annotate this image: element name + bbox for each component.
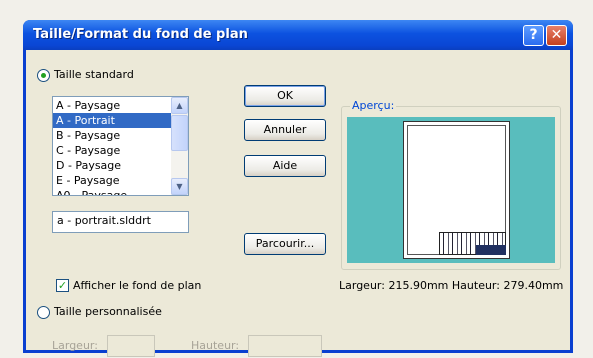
browse-button[interactable]: Parcourir... [244,233,326,255]
preview-height-label: Hauteur: [451,279,500,292]
scrollbar-thumb[interactable] [171,115,188,151]
sheet-size-list[interactable]: A - Paysage A - Portrait B - Paysage C - Pa… [52,96,189,196]
ok-button[interactable]: OK [244,85,326,107]
dialog-body: Taille standard A - Paysage A - Portrait B… [26,50,570,357]
standard-size-label[interactable]: Taille standard [54,68,134,81]
cancel-button[interactable]: Annuler [244,119,326,141]
standard-size-radio[interactable] [37,69,50,82]
dialog-title: Taille/Format du fond de plan [33,27,248,42]
show-sheet-format-checkbox[interactable]: ✓ [56,279,69,292]
title-block-logo [476,245,506,255]
custom-size-label[interactable]: Taille personnalisée [54,305,162,318]
list-item[interactable]: A - Portrait [53,113,171,128]
sheet-size-items: A - Paysage A - Portrait B - Paysage C - Pa… [53,98,171,195]
preview-height-value: 279.40mm [503,279,564,292]
list-item[interactable]: A - Paysage [53,98,171,113]
preview-width-value: 215.90mm [388,279,449,292]
custom-height-label: Hauteur: [191,339,240,352]
preview-width-label: Largeur: [339,279,385,292]
radio-selected-dot [41,73,46,78]
title-bar[interactable]: Taille/Format du fond de plan ? ✕ [23,20,573,50]
show-sheet-format-label[interactable]: Afficher le fond de plan [73,279,201,292]
preview-area [347,117,555,263]
sheet-format-dialog: Taille/Format du fond de plan ? ✕ Taille… [23,20,573,357]
list-item[interactable]: E - Paysage [53,173,171,188]
list-scrollbar[interactable]: ▲ ▼ [171,97,188,195]
chevron-down-icon[interactable]: ▼ [171,178,188,195]
sheet-format-file-field[interactable]: a - portrait.slddrt [52,211,189,233]
list-item[interactable]: D - Paysage [53,158,171,173]
custom-width-label: Largeur: [52,339,98,352]
list-item[interactable]: A0 - Paysage [53,188,171,195]
list-item[interactable]: C - Paysage [53,143,171,158]
custom-width-field[interactable] [107,335,155,357]
preview-group: Aperçu: [341,99,561,270]
chevron-up-icon[interactable]: ▲ [171,97,188,114]
sheet-dimensions: Largeur: 215.90mm Hauteur: 279.40mm [339,279,563,292]
sheet-preview [403,121,510,259]
help-button[interactable]: Aide [244,155,326,177]
help-icon[interactable]: ? [523,25,544,46]
custom-height-field[interactable] [248,335,322,357]
close-icon[interactable]: ✕ [546,25,567,46]
list-item[interactable]: B - Paysage [53,128,171,143]
custom-size-radio[interactable] [37,306,50,319]
preview-title: Aperçu: [350,99,397,112]
